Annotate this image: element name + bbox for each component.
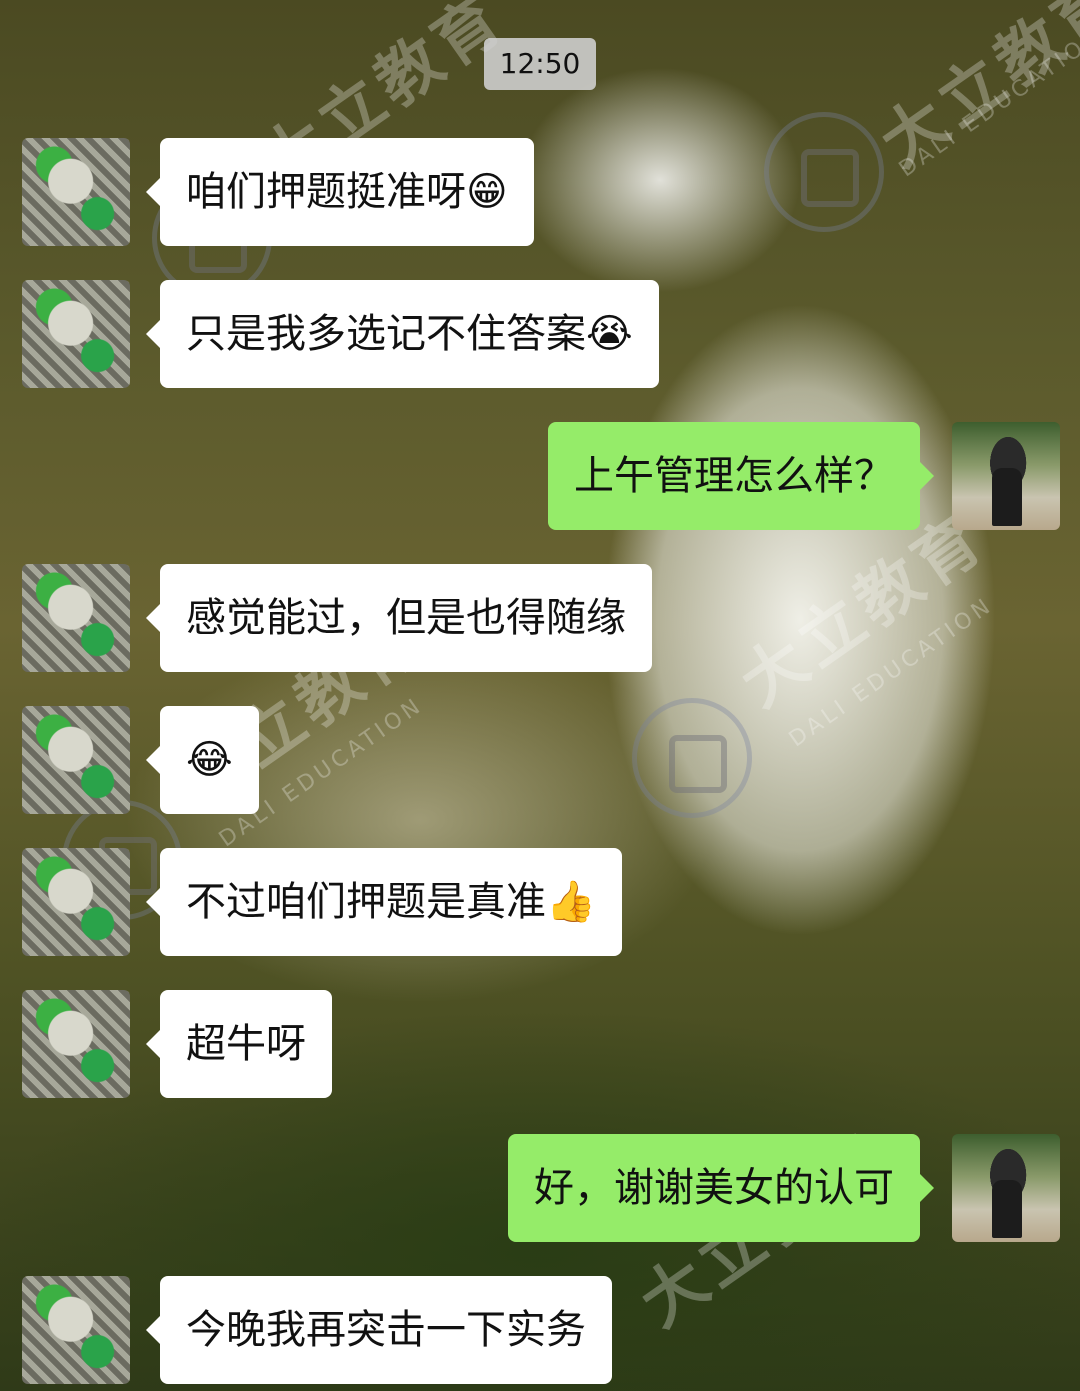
my-avatar[interactable] [952, 422, 1060, 530]
outgoing-message-bubble[interactable]: 上午管理怎么样？ [548, 422, 934, 530]
incoming-message-bubble[interactable]: 只是我多选记不住答案😭 [146, 280, 659, 388]
watermark-seal-logo [764, 112, 884, 232]
contact-avatar[interactable] [22, 990, 130, 1098]
incoming-message-bubble[interactable]: 感觉能过，但是也得随缘 [146, 564, 652, 672]
contact-avatar[interactable] [22, 564, 130, 672]
contact-avatar[interactable] [22, 706, 130, 814]
contact-avatar[interactable] [22, 848, 130, 956]
incoming-message-bubble[interactable]: 咱们押题挺准呀😁 [146, 138, 534, 246]
my-avatar[interactable] [952, 1134, 1060, 1242]
incoming-message-bubble[interactable]: 不过咱们押题是真准👍 [146, 848, 622, 956]
contact-avatar[interactable] [22, 280, 130, 388]
contact-avatar[interactable] [22, 138, 130, 246]
timestamp-badge: 12:50 [484, 38, 596, 90]
contact-avatar[interactable] [22, 1276, 130, 1384]
incoming-message-bubble[interactable]: 今晚我再突击一下实务 [146, 1276, 612, 1384]
incoming-emoji-bubble[interactable]: 😂 [146, 706, 259, 814]
outgoing-message-bubble[interactable]: 好，谢谢美女的认可 [508, 1134, 934, 1242]
incoming-message-bubble[interactable]: 超牛呀 [146, 990, 332, 1098]
watermark-seal-logo [632, 698, 752, 818]
